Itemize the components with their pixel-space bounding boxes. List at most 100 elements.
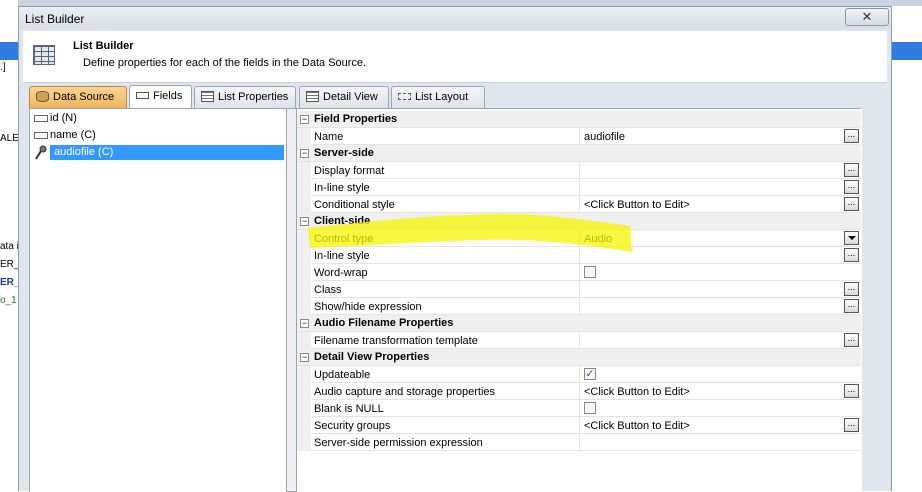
property-row-filename-template[interactable]: Filename transformation template ... <box>297 332 861 349</box>
property-row-word-wrap[interactable]: Word-wrap <box>297 264 861 281</box>
edit-button[interactable]: ... <box>844 282 859 296</box>
tab-fields[interactable]: Fields <box>129 85 192 109</box>
property-row-updateable[interactable]: Updateable ✓ <box>297 366 861 383</box>
category-server-side[interactable]: − Server-side <box>297 145 861 162</box>
edit-button[interactable]: ... <box>844 418 859 432</box>
dropdown-button[interactable] <box>844 231 859 245</box>
microphone-icon <box>35 145 47 160</box>
list-properties-icon <box>201 91 214 102</box>
header-description: Define properties for each of the fields… <box>83 57 367 69</box>
field-label: id (N) <box>50 112 77 124</box>
property-name: Name <box>314 131 344 143</box>
word-wrap-checkbox[interactable] <box>584 266 596 278</box>
property-row-server-permission[interactable]: Server-side permission expression <box>297 434 861 451</box>
close-icon: ✕ <box>861 9 873 24</box>
tab-label: Data Source <box>53 91 115 103</box>
property-name: Show/hide expression <box>314 301 422 313</box>
edit-button[interactable]: ... <box>844 333 859 347</box>
property-value[interactable]: <Click Button to Edit> ... <box>579 383 861 400</box>
property-row-security-groups[interactable]: Security groups <Click Button to Edit> .… <box>297 417 861 434</box>
edit-button[interactable]: ... <box>844 248 859 262</box>
field-item-audiofile[interactable]: audiofile (C) <box>50 145 284 160</box>
property-value[interactable]: audiofile ... <box>579 128 861 145</box>
edit-button[interactable]: ... <box>844 197 859 211</box>
property-value[interactable]: Audio <box>579 230 861 247</box>
property-name: Conditional style <box>314 199 395 211</box>
tab-data-source[interactable]: Data Source <box>29 86 127 108</box>
property-value[interactable]: ✓ <box>579 366 861 383</box>
category-audio-filename[interactable]: − Audio Filename Properties <box>297 315 861 332</box>
collapse-icon[interactable]: − <box>300 353 309 362</box>
property-name: Server-side permission expression <box>314 437 483 449</box>
property-value[interactable]: ... <box>579 247 861 264</box>
field-label: name (C) <box>50 129 96 141</box>
category-label: Field Properties <box>314 113 398 125</box>
property-row-audio-capture[interactable]: Audio capture and storage properties <Cl… <box>297 383 861 400</box>
property-value[interactable]: ... <box>579 332 861 349</box>
property-name: Audio capture and storage properties <box>314 386 496 398</box>
property-name: Blank is NULL <box>314 403 384 415</box>
close-button[interactable]: ✕ <box>845 8 889 26</box>
property-value[interactable]: ... <box>579 162 861 179</box>
field-icon <box>34 115 48 122</box>
property-name: Updateable <box>314 369 371 381</box>
property-row-display-format[interactable]: Display format ... <box>297 162 861 179</box>
tab-list-layout[interactable]: List Layout <box>391 86 485 108</box>
field-list[interactable]: id (N) name (C) audiofile (C) <box>30 109 287 492</box>
field-item-id[interactable]: id (N) <box>32 111 282 126</box>
header-title: List Builder <box>73 40 134 52</box>
category-detail-view[interactable]: − Detail View Properties <box>297 349 861 366</box>
control-type-value: Audio <box>584 233 613 245</box>
property-row-class[interactable]: Class ... <box>297 281 861 298</box>
collapse-icon[interactable]: − <box>300 217 309 226</box>
property-value[interactable]: ... <box>579 281 861 298</box>
background-text: ALE <box>0 133 19 144</box>
detail-view-icon <box>306 91 319 102</box>
property-value[interactable] <box>579 400 861 417</box>
collapse-icon[interactable]: − <box>300 319 309 328</box>
field-item-name[interactable]: name (C) <box>32 128 282 143</box>
tab-label: List Layout <box>415 91 469 103</box>
tab-label: Detail View <box>323 91 378 103</box>
tab-strip: Data Source Fields List Properties Detai… <box>29 85 869 109</box>
tab-list-properties[interactable]: List Properties <box>194 86 296 108</box>
property-value[interactable] <box>579 434 861 451</box>
background-selection-right <box>892 42 922 60</box>
updateable-checkbox[interactable]: ✓ <box>584 368 596 380</box>
property-row-name[interactable]: Name audiofile ... <box>297 128 861 145</box>
property-value[interactable]: ... <box>579 298 861 315</box>
edit-button[interactable]: ... <box>844 180 859 194</box>
background-text: ER_ <box>0 259 20 270</box>
blank-is-null-checkbox[interactable] <box>584 402 596 414</box>
edit-button[interactable]: ... <box>844 299 859 313</box>
property-row-blank-is-null[interactable]: Blank is NULL <box>297 400 861 417</box>
property-value[interactable]: ... <box>579 179 861 196</box>
category-label: Detail View Properties <box>314 351 430 363</box>
property-row-inline-style[interactable]: In-line style ... <box>297 179 861 196</box>
title-bar[interactable]: List Builder ✕ <box>19 7 891 29</box>
property-value[interactable]: <Click Button to Edit> ... <box>579 417 861 434</box>
property-name: Filename transformation template <box>314 335 478 347</box>
audio-capture-value: <Click Button to Edit> <box>584 386 690 398</box>
edit-button[interactable]: ... <box>844 129 859 143</box>
edit-button[interactable]: ... <box>844 384 859 398</box>
property-value[interactable]: <Click Button to Edit> ... <box>579 196 861 213</box>
category-label: Audio Filename Properties <box>314 317 454 329</box>
property-row-client-inline-style[interactable]: In-line style ... <box>297 247 861 264</box>
property-grid: − Field Properties Name audiofile ... − … <box>296 109 862 492</box>
property-name: Display format <box>314 165 385 177</box>
tab-detail-view[interactable]: Detail View <box>299 86 389 108</box>
property-row-conditional-style[interactable]: Conditional style <Click Button to Edit>… <box>297 196 861 213</box>
category-client-side[interactable]: − Client-side <box>297 213 861 230</box>
tab-label: Fields <box>153 90 183 102</box>
collapse-icon[interactable]: − <box>300 149 309 158</box>
background-text: ata i <box>0 241 19 252</box>
collapse-icon[interactable]: − <box>300 115 309 124</box>
property-row-control-type[interactable]: Control type Audio <box>297 230 861 247</box>
field-icon <box>34 132 48 139</box>
property-row-show-hide[interactable]: Show/hide expression ... <box>297 298 861 315</box>
property-value[interactable] <box>579 264 861 281</box>
fields-icon <box>136 92 149 99</box>
category-field-properties[interactable]: − Field Properties <box>297 111 861 128</box>
edit-button[interactable]: ... <box>844 163 859 177</box>
